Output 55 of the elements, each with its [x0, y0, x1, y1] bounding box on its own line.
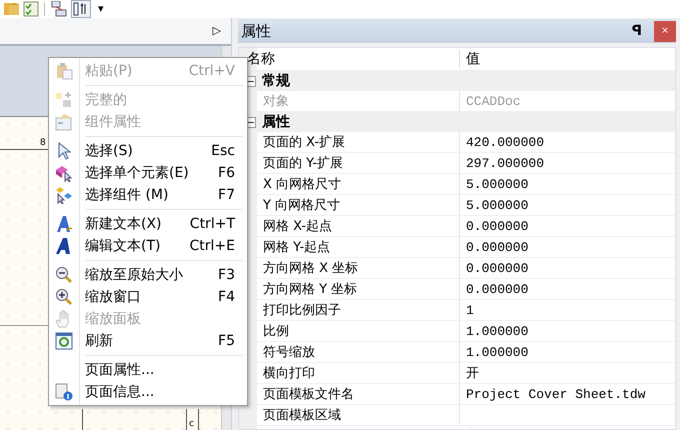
sheet-label: c — [189, 419, 194, 429]
close-button[interactable]: × — [654, 20, 676, 42]
zoom-in-icon — [55, 288, 73, 306]
property-value[interactable]: 1.000000 — [466, 324, 528, 338]
property-name: 对象 — [257, 91, 460, 111]
sheet-line — [82, 409, 83, 430]
property-value[interactable]: 0.000000 — [466, 260, 528, 276]
group-header[interactable]: 常规 — [262, 72, 290, 90]
sheet-line — [198, 409, 199, 430]
network-icon[interactable] — [50, 1, 68, 17]
property-value[interactable]: 420.000000 — [466, 134, 544, 150]
sheet-label: 8 — [40, 138, 46, 148]
panel-title: 属性 — [241, 22, 272, 40]
property-name: Y 向网格尺寸 — [257, 195, 460, 215]
info-icon — [55, 383, 73, 401]
window-icon — [55, 113, 73, 131]
property-value[interactable]: 0.000000 — [466, 240, 528, 254]
property-value[interactable]: 开 — [466, 366, 479, 381]
plus-icon — [55, 91, 73, 109]
refresh-icon — [55, 332, 73, 350]
property-name: 页面的 X-扩展 — [257, 132, 460, 152]
checklist-icon[interactable] — [23, 1, 39, 17]
scroll-right-arrow[interactable]: ▷ — [212, 25, 221, 37]
property-value[interactable]: 1.000000 — [466, 344, 528, 360]
property-name: 比例 — [257, 321, 460, 341]
property-value[interactable]: 297.000000 — [466, 156, 544, 170]
property-name: 方向网格 X 坐标 — [257, 258, 460, 278]
property-name: 页面模板区域 — [257, 405, 460, 425]
property-name: 网格 Y-起点 — [257, 237, 460, 257]
property-name: X 向网格尺寸 — [257, 174, 460, 194]
property-name: 方向网格 Y 坐标 — [257, 279, 460, 299]
group-header[interactable]: 属性 — [262, 113, 290, 131]
letter-icon — [55, 215, 73, 233]
property-value[interactable]: 5.000000 — [466, 176, 528, 192]
property-value[interactable]: Project Cover Sheet.tdw — [466, 386, 646, 402]
property-name: 网格 X-起点 — [257, 216, 460, 236]
sheet-line — [186, 409, 187, 430]
property-name: 符号缩放 — [257, 342, 460, 362]
overflow-arrow[interactable]: ▾ — [98, 2, 104, 16]
property-value[interactable]: 5.000000 — [466, 198, 528, 212]
cubes-pointer-icon — [55, 186, 73, 204]
clipboard-icon — [55, 62, 73, 80]
align-icon[interactable] — [71, 0, 91, 18]
column-header[interactable]: 值 — [460, 50, 480, 68]
property-value[interactable]: 0.000000 — [466, 282, 528, 296]
letter-icon — [55, 237, 73, 255]
pin-button[interactable]: ꟼ — [632, 23, 642, 39]
cube-pointer-icon — [55, 164, 73, 182]
property-name: 横向打印 — [257, 363, 460, 383]
property-name: 打印比例因子 — [257, 300, 460, 320]
property-value[interactable]: 0.000000 — [466, 218, 528, 234]
property-name: 页面的 Y-扩展 — [257, 153, 460, 173]
property-name: 页面模板文件名 — [257, 384, 460, 404]
zoom-out-icon — [55, 266, 73, 284]
property-value[interactable]: 1 — [466, 302, 474, 318]
